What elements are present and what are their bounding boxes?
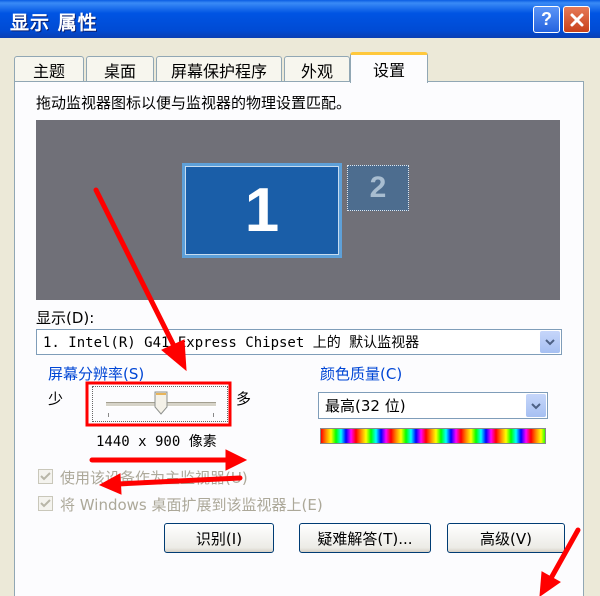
color-quality-label: 颜色质量(C) (320, 365, 403, 383)
display-select-dropdown-button[interactable] (540, 331, 560, 353)
resolution-slider-thumb[interactable] (154, 391, 168, 415)
monitor-2-number: 2 (369, 171, 387, 204)
color-quality-select[interactable]: 最高(32 位) (318, 392, 548, 419)
display-properties-window: 显示 属性 ? 主题 桌面 屏幕保护程序 外观 设置 拖动监视器图标以便与监视器… (0, 0, 600, 596)
title-bar[interactable]: 显示 属性 ? (0, 0, 600, 38)
resolution-more-label: 多 (236, 390, 252, 408)
display-select-value: 1. Intel(R) G41 Express Chipset 上的 默认监视器 (43, 335, 420, 351)
advanced-button[interactable]: 高级(V) (447, 523, 565, 553)
close-button[interactable] (563, 6, 590, 33)
troubleshoot-button[interactable]: 疑难解答(T)... (299, 523, 431, 553)
tab-label: 桌面 (103, 61, 136, 81)
tab-settings[interactable]: 设置 (350, 52, 428, 83)
tab-label: 主题 (32, 61, 65, 81)
checkmark-icon (40, 499, 51, 508)
instruction-text: 拖动监视器图标以便与监视器的物理设置匹配。 (36, 94, 352, 112)
resolution-less-label: 少 (48, 390, 64, 408)
tab-label: 屏幕保护程序 (170, 61, 267, 81)
display-select[interactable]: 1. Intel(R) G41 Express Chipset 上的 默认监视器 (36, 329, 562, 355)
window-title: 显示 属性 (10, 12, 98, 34)
chevron-down-icon (531, 402, 541, 409)
slider-tick (108, 413, 109, 417)
chevron-down-icon (545, 339, 555, 346)
resolution-label: 屏幕分辨率(S) (48, 365, 145, 383)
tab-screensaver[interactable]: 屏幕保护程序 (156, 56, 282, 82)
monitor-1-number: 1 (244, 176, 280, 245)
help-icon: ? (541, 9, 552, 29)
close-icon (570, 13, 583, 26)
slider-tick (213, 413, 214, 417)
monitor-1-icon[interactable]: 1 (182, 163, 342, 258)
extend-desktop-label: 将 Windows 桌面扩展到该监视器上(E) (60, 496, 323, 514)
color-spectrum-bar (320, 428, 546, 444)
color-quality-dropdown-button[interactable] (526, 394, 546, 417)
tab-label: 外观 (300, 61, 333, 81)
help-button[interactable]: ? (533, 6, 560, 33)
primary-monitor-checkbox[interactable] (38, 469, 53, 484)
primary-monitor-label: 使用该设备作为主监视器(U) (60, 469, 248, 487)
extend-desktop-checkbox[interactable] (38, 496, 53, 511)
color-quality-value: 最高(32 位) (325, 397, 406, 415)
resolution-value: 1440 x 900 像素 (96, 434, 217, 450)
tab-label: 设置 (372, 61, 405, 80)
tab-themes[interactable]: 主题 (14, 56, 84, 82)
display-label: 显示(D): (36, 309, 95, 327)
identify-button[interactable]: 识别(I) (164, 523, 274, 553)
monitor-2-icon[interactable]: 2 (347, 165, 409, 211)
tab-desktop[interactable]: 桌面 (86, 56, 154, 82)
checkmark-icon (40, 472, 51, 481)
tab-appearance[interactable]: 外观 (284, 56, 350, 82)
